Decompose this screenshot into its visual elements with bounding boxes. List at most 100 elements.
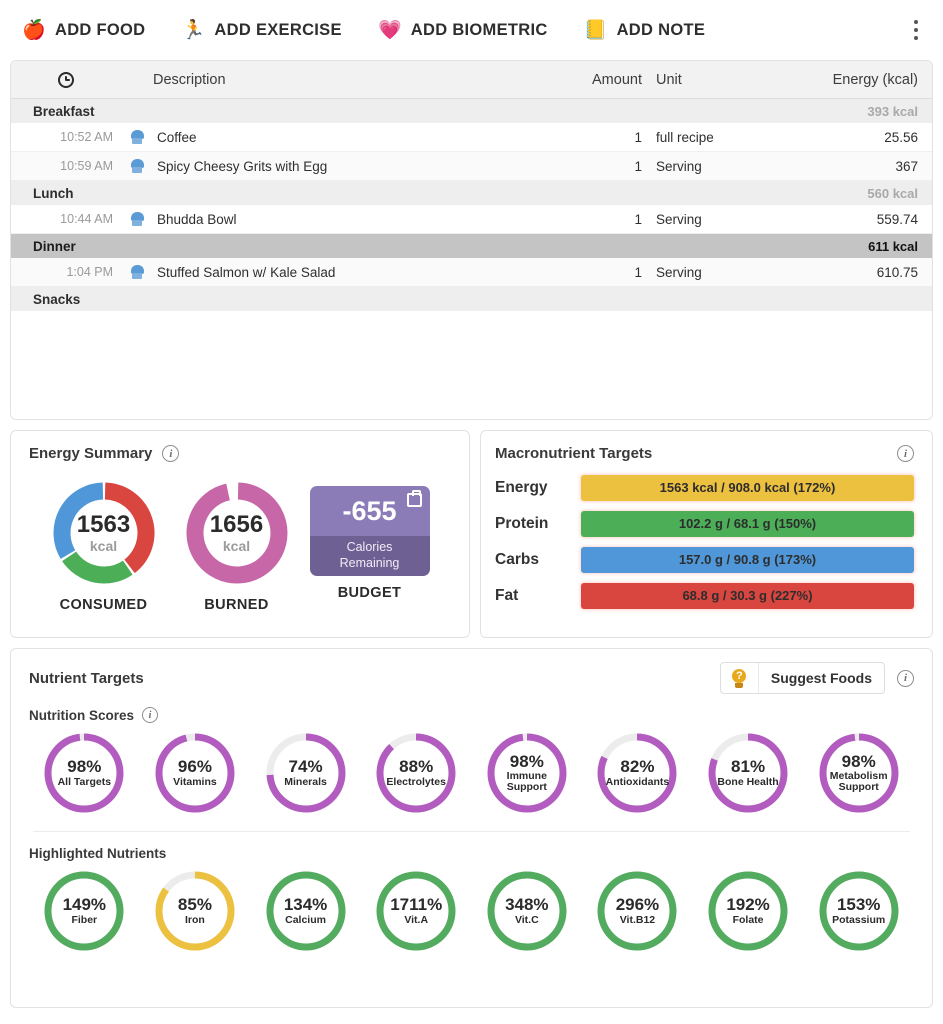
burned-center-label: 1656 kcal [182,478,292,588]
meal-section-header[interactable]: Dinner 611 kcal [11,234,932,258]
macro-row: Protein 102.2 g / 68.1 g (150%) [495,508,914,539]
column-header-time [11,71,121,88]
nutrient-targets-info-icon[interactable]: i [897,669,914,687]
ring-label: Fiber [71,913,98,926]
suggest-foods-button[interactable]: ? Suggest Foods [719,662,885,694]
ring-center: 82% Antioxidants [593,729,681,817]
ring-center: 153% Potassium [815,867,903,955]
macro-title: Macronutrient Targets [495,445,653,462]
ring-center: 96% Vitamins [151,729,239,817]
meal-section-header[interactable]: Snacks [11,287,932,311]
meal-section-header[interactable]: Breakfast 393 kcal [11,99,932,123]
ring-percent: 88% [399,757,434,777]
kebab-menu-icon[interactable] [903,13,929,47]
budget-bag-icon [406,490,422,507]
nutrition-score-ring[interactable]: 81% Bone Health [704,729,792,817]
row-energy: 25.56 [884,129,918,145]
ring-cell: 149% Fiber [32,867,136,955]
macro-row: Fat 68.8 g / 30.3 g (227%) [495,580,914,611]
highlighted-nutrient-ring[interactable]: 1711% Vit.A [372,867,460,955]
highlighted-nutrient-ring[interactable]: 348% Vit.C [483,867,571,955]
column-header-description: Description [153,71,226,88]
ring-center: 192% Folate [704,867,792,955]
highlighted-nutrient-ring[interactable]: 153% Potassium [815,867,903,955]
nutrition-scores-ring-row: 98% All Targets 96% Vitamins 74% Minerals 88% E… [29,729,914,817]
consumed-donut-chart: 1563 kcal [49,478,159,588]
burned-donut-chart: 1656 kcal [182,478,292,588]
row-unit: Serving [656,211,702,227]
add-note-label: ADD NOTE [616,20,706,39]
nutrition-scores-info-icon[interactable]: i [142,707,159,723]
row-energy: 610.75 [876,264,918,280]
add-biometric-button[interactable]: 💗 ADD BIOMETRIC [378,18,548,42]
highlighted-nutrient-ring[interactable]: 134% Calcium [262,867,350,955]
nutrition-scores-header: Nutrition Scores i [29,707,914,723]
column-header-amount: Amount [592,71,642,88]
heart-pulse-icon: 💗 [377,19,402,41]
nutrition-score-ring[interactable]: 98% Metabolism Support [815,729,903,817]
macro-row: Carbs 157.0 g / 90.8 g (173%) [495,544,914,575]
ring-cell: 81% Bone Health [696,729,800,817]
macro-info-icon[interactable]: i [897,445,914,462]
nutrient-targets-title: Nutrient Targets [29,669,144,687]
ring-center: 98% Immune Support [483,729,571,817]
nutrition-score-ring[interactable]: 74% Minerals [262,729,350,817]
energy-summary-info-icon[interactable]: i [162,445,180,462]
budget-metric: -655 Calories Remaining BUDGET [303,478,436,601]
ring-center: 1711% Vit.A [372,867,460,955]
ring-label: Electrolytes [386,775,446,788]
nutrient-targets-panel: Nutrient Targets ? Suggest Foods i Nutri… [10,648,933,1008]
energy-summary-title-row: Energy Summary i [29,445,469,462]
row-unit: full recipe [656,129,714,145]
row-time: 10:44 AM [60,212,113,226]
add-exercise-label: ADD EXERCISE [214,20,342,39]
table-row[interactable]: 10:44 AM Bhudda Bowl 1 Serving 559.74 [11,205,932,234]
summary-row: Energy Summary i 1563 kcal CONSUMED 1656… [10,430,933,638]
runner-icon: 🏃 [181,19,206,41]
row-description: Coffee [157,129,197,145]
highlighted-nutrient-ring[interactable]: 296% Vit.B12 [593,867,681,955]
ring-cell: 192% Folate [696,867,800,955]
table-row[interactable]: 10:59 AM Spicy Cheesy Grits with Egg 1 Serv… [11,152,932,181]
table-row[interactable]: 1:04 PM Stuffed Salmon w/ Kale Salad 1 Serv… [11,258,932,287]
chef-hat-icon [121,129,153,145]
row-time: 1:04 PM [66,265,113,279]
meal-section-header[interactable]: Lunch 560 kcal [11,181,932,205]
table-row[interactable]: 10:52 AM Coffee 1 full recipe 25.56 [11,123,932,152]
action-toolbar: 🍎 ADD FOOD 🏃 ADD EXERCISE 💗 ADD BIOMETRI… [0,0,943,60]
nutrition-score-ring[interactable]: 98% Immune Support [483,729,571,817]
ring-center: 149% Fiber [40,867,128,955]
ring-cell: 96% Vitamins [143,729,247,817]
budget-label-line2: Remaining [339,556,400,570]
macro-progress-bar: 1563 kcal / 908.0 kcal (172%) [581,474,914,501]
ring-cell: 1711% Vit.A [364,867,468,955]
ring-cell: 82% Antioxidants [585,729,689,817]
highlighted-nutrients-title: Highlighted Nutrients [29,846,167,861]
highlighted-nutrient-ring[interactable]: 85% Iron [151,867,239,955]
ring-center: 348% Vit.C [483,867,571,955]
add-food-button[interactable]: 🍎 ADD FOOD [22,18,145,42]
row-unit: Serving [656,158,702,174]
row-energy: 367 [895,158,918,174]
ring-center: 88% Electrolytes [372,729,460,817]
ring-percent: 153% [836,895,881,915]
add-exercise-button[interactable]: 🏃 ADD EXERCISE [181,18,342,42]
nutrition-score-ring[interactable]: 98% All Targets [40,729,128,817]
highlighted-nutrient-ring[interactable]: 149% Fiber [40,867,128,955]
row-energy: 559.74 [876,211,918,227]
macro-progress-bar: 157.0 g / 90.8 g (173%) [581,546,914,573]
ring-label: Vit.A [404,913,429,926]
budget-value: -655 [342,495,397,526]
ring-cell: 85% Iron [143,867,247,955]
consumed-metric: 1563 kcal CONSUMED [37,478,170,613]
highlighted-nutrient-ring[interactable]: 192% Folate [704,867,792,955]
macro-bar-list: Energy 1563 kcal / 908.0 kcal (172%) Prote… [495,472,914,611]
row-time: 10:52 AM [60,130,113,144]
nutrition-score-ring[interactable]: 88% Electrolytes [372,729,460,817]
burned-unit: kcal [222,538,251,554]
budget-card[interactable]: -655 Calories Remaining [309,486,430,576]
add-note-button[interactable]: 📒 ADD NOTE [584,18,706,42]
nutrition-score-ring[interactable]: 96% Vitamins [151,729,239,817]
macro-row: Energy 1563 kcal / 908.0 kcal (172%) [495,472,914,503]
nutrition-score-ring[interactable]: 82% Antioxidants [593,729,681,817]
